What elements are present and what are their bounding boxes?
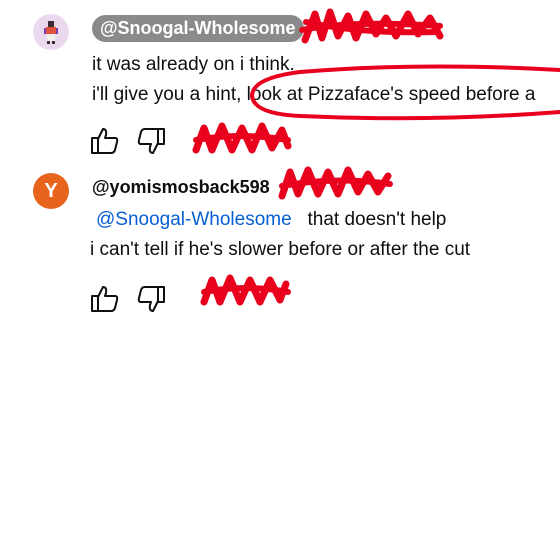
avatar[interactable]: Y xyxy=(33,173,69,209)
redaction-scribble xyxy=(299,19,443,36)
redaction-scribble xyxy=(193,133,291,143)
thumbs-up-icon xyxy=(91,128,119,154)
mention-link[interactable]: @Snoogal-Wholesome xyxy=(96,209,292,230)
like-button[interactable] xyxy=(88,124,122,158)
redaction-scribble xyxy=(279,177,393,189)
pixel-character-avatar-icon xyxy=(44,21,58,44)
like-button[interactable] xyxy=(88,282,122,316)
redaction-scribble xyxy=(278,166,392,200)
dislike-button[interactable] xyxy=(134,282,168,316)
comment-text-line: i'll give you a hint, look at Pizzaface'… xyxy=(92,84,536,105)
comment-text-line: @Snoogal-Wholesome that doesn't help xyxy=(96,208,446,232)
comment-text-line: i can't tell if he's slower before or af… xyxy=(90,239,471,260)
thumbs-down-icon xyxy=(137,286,165,312)
comment-author[interactable]: @yomismosback598 xyxy=(92,175,270,199)
thumbs-down-icon xyxy=(137,128,165,154)
comment-text: that doesn't help xyxy=(307,209,447,230)
dislike-button[interactable] xyxy=(134,124,168,158)
redaction-scribble xyxy=(201,285,291,295)
redaction-scribble xyxy=(192,122,292,154)
comment-text-line: it was already on i think. xyxy=(92,54,295,75)
avatar[interactable] xyxy=(33,14,69,50)
comment-author[interactable]: @Snoogal-Wholesome xyxy=(92,15,304,42)
thumbs-up-icon xyxy=(91,286,119,312)
redaction-scribble xyxy=(301,8,444,44)
redaction-scribble xyxy=(200,274,290,306)
